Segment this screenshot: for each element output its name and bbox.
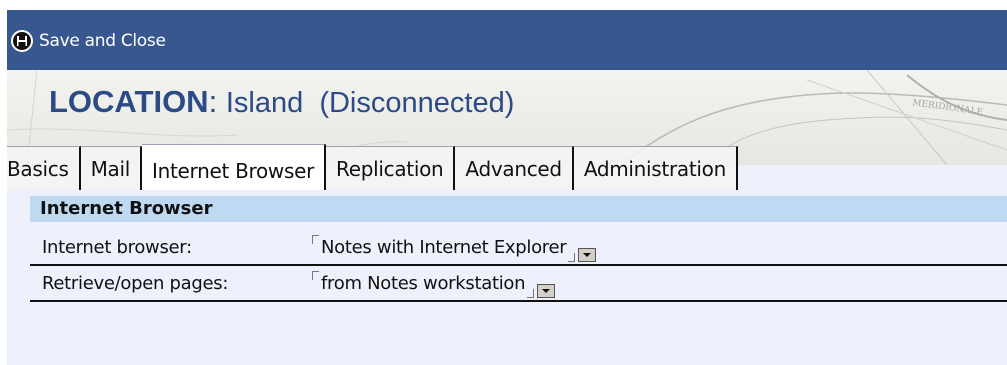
tab-replication[interactable]: Replication [326, 146, 456, 190]
field-label: Retrieve/open pages: [42, 272, 229, 294]
save-and-close-label: Save and Close [39, 31, 166, 51]
tab-advanced[interactable]: Advanced [455, 146, 574, 190]
location-keyword: LOCATION [49, 84, 209, 119]
document-frame: Save and Close MERIDIONALE LOCATION: Isl… [7, 10, 1007, 365]
tab-content-panel: Internet Browser Internet browser: Notes… [7, 190, 1007, 365]
section-header: Internet Browser [30, 196, 1007, 222]
field-value: Notes with Internet Explorer [321, 236, 567, 258]
tab-basics[interactable]: Basics [7, 146, 81, 190]
tab-administration[interactable]: Administration [573, 146, 738, 190]
tab-internet-browser[interactable]: Internet Browser [142, 144, 327, 190]
tab-label: Replication [336, 156, 444, 181]
tab-label: Basics [7, 156, 69, 181]
field-end-bracket-icon [527, 288, 535, 298]
internet-browser-select[interactable]: Notes with Internet Explorer [312, 234, 597, 262]
location-title: LOCATION: Island (Disconnected) [49, 84, 514, 120]
tab-label: Internet Browser [152, 158, 315, 183]
title-separator: : [208, 84, 218, 119]
floppy-disk-icon [11, 30, 33, 52]
location-name: Island (Disconnected) [225, 87, 515, 119]
field-start-bracket-icon [312, 270, 319, 280]
tab-mail[interactable]: Mail [80, 146, 143, 190]
field-start-bracket-icon [312, 234, 319, 244]
tab-label: Administration [583, 156, 726, 181]
tab-label: Mail [90, 156, 131, 181]
field-value: from Notes workstation [321, 272, 526, 294]
field-label: Internet browser: [42, 236, 192, 258]
field-end-bracket-icon [568, 252, 576, 262]
dropdown-arrow-icon[interactable] [537, 283, 556, 298]
tab-strip: Basics Mail Internet Browser Replication… [7, 144, 738, 190]
action-bar: Save and Close [7, 10, 1007, 70]
tab-label: Advanced [465, 156, 562, 181]
window-left-edge [0, 0, 7, 365]
save-and-close-button[interactable]: Save and Close [11, 24, 166, 58]
field-row-internet-browser: Internet browser: Notes with Internet Ex… [30, 230, 1007, 266]
retrieve-open-pages-select[interactable]: from Notes workstation [312, 270, 556, 298]
field-row-retrieve-open-pages: Retrieve/open pages: from Notes workstat… [30, 266, 1007, 302]
dropdown-arrow-icon[interactable] [578, 247, 597, 262]
